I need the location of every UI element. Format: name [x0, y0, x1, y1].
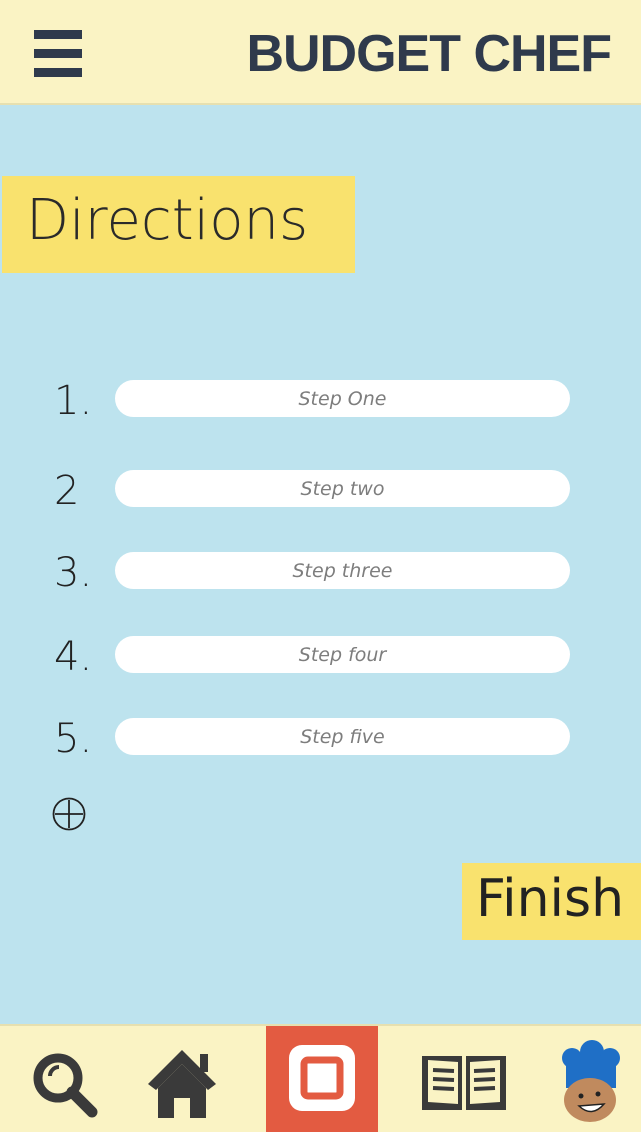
finish-label: Finish	[476, 869, 625, 929]
tab-search[interactable]	[20, 1026, 110, 1132]
step-number: 3.	[54, 550, 93, 596]
finish-button[interactable]: Finish	[462, 863, 641, 940]
search-icon	[33, 1053, 98, 1118]
tab-profile[interactable]	[548, 1026, 638, 1132]
bottom-tab-bar	[0, 1024, 641, 1132]
step-row-2: 2	[0, 468, 641, 514]
open-book-icon	[422, 1056, 506, 1110]
tab-home[interactable]	[134, 1026, 226, 1132]
app-title: BUDGET CHEF	[246, 25, 612, 83]
chef-avatar-icon	[562, 1040, 620, 1122]
stop-square-icon	[289, 1045, 355, 1111]
step-number: 4.	[54, 634, 93, 680]
home-icon	[148, 1050, 216, 1118]
app-header: BUDGET CHEF	[0, 0, 641, 105]
circle-plus-icon[interactable]	[52, 797, 86, 831]
section-title: Directions	[26, 188, 309, 253]
step-row-4: 4.	[0, 634, 641, 680]
step-one-input[interactable]	[115, 380, 570, 417]
step-number: 5.	[54, 716, 93, 762]
step-two-input[interactable]	[115, 470, 570, 507]
step-four-input[interactable]	[115, 636, 570, 673]
step-three-input[interactable]	[115, 552, 570, 589]
step-number: 1.	[54, 378, 93, 424]
step-row-3: 3.	[0, 550, 641, 596]
section-title-box: Directions	[2, 176, 355, 273]
tab-current[interactable]	[266, 1026, 378, 1132]
step-row-5: 5.	[0, 716, 641, 762]
step-five-input[interactable]	[115, 718, 570, 755]
tab-recipes[interactable]	[414, 1026, 514, 1132]
hamburger-menu-icon[interactable]	[34, 30, 82, 78]
step-number: 2	[54, 468, 80, 514]
step-row-1: 1.	[0, 378, 641, 424]
